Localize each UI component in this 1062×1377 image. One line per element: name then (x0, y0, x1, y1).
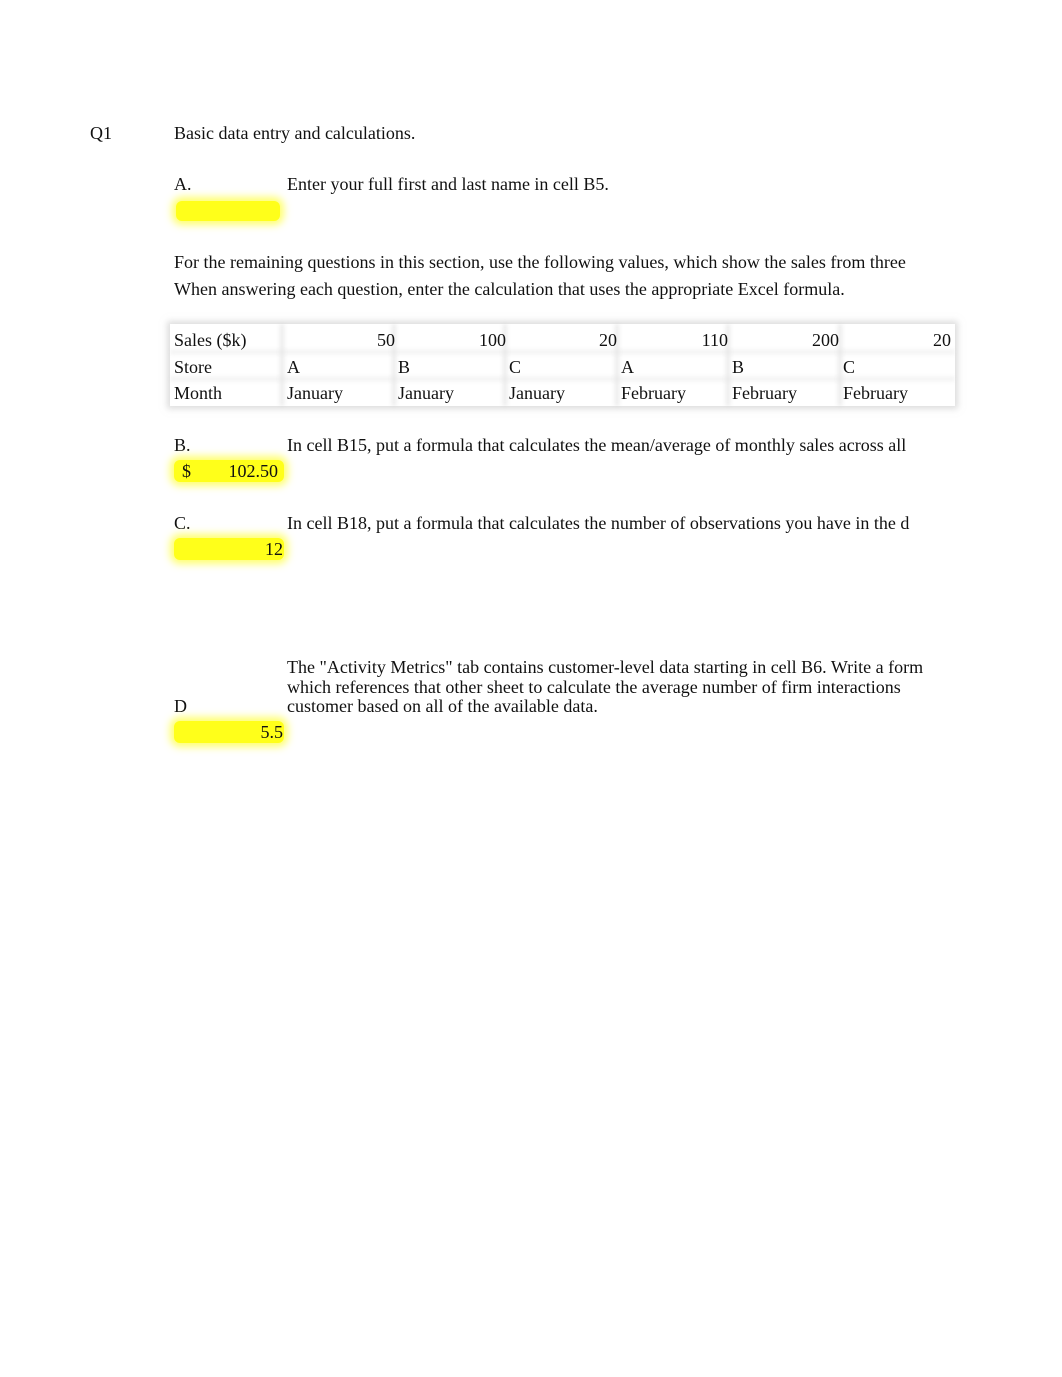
question-c-label: C. (174, 513, 191, 533)
question-a-label: A. (174, 174, 192, 194)
intro-line-1: For the remaining questions in this sect… (174, 252, 906, 272)
section-label: Q1 (90, 123, 112, 143)
question-d-text-line-2: which references that other sheet to cal… (287, 677, 901, 697)
question-d-text-line-1: The "Activity Metrics" tab contains cust… (287, 657, 924, 677)
question-a-text: Enter your full first and last name in c… (287, 174, 609, 194)
row-label-store: Store (174, 357, 212, 377)
store-value[interactable]: A (621, 357, 634, 377)
store-value[interactable]: C (843, 357, 855, 377)
month-value[interactable]: January (287, 383, 343, 403)
row-label-sales: Sales ($k) (174, 330, 247, 350)
answer-cell-c[interactable]: 12 (174, 538, 284, 560)
sales-value[interactable]: 20 (507, 330, 617, 350)
answer-cell-d[interactable]: 5.5 (174, 721, 284, 743)
month-value[interactable]: February (843, 383, 908, 403)
month-value[interactable]: February (621, 383, 686, 403)
question-c-text: In cell B18, put a formula that calculat… (287, 513, 910, 533)
question-d-text-line-3: customer based on all of the available d… (287, 696, 598, 716)
intro-line-2: When answering each question, enter the … (174, 279, 845, 299)
month-value[interactable]: January (398, 383, 454, 403)
month-value[interactable]: January (509, 383, 565, 403)
sales-value[interactable]: 50 (285, 330, 395, 350)
question-b-text: In cell B15, put a formula that calculat… (287, 435, 907, 455)
store-value[interactable]: B (732, 357, 744, 377)
currency-symbol: $ (182, 461, 191, 481)
store-value[interactable]: B (398, 357, 410, 377)
sales-value[interactable]: 110 (618, 330, 728, 350)
answer-c-value: 12 (265, 539, 283, 559)
section-title: Basic data entry and calculations. (174, 123, 416, 143)
store-value[interactable]: C (509, 357, 521, 377)
answer-d-value: 5.5 (260, 722, 284, 742)
sales-value[interactable]: 200 (729, 330, 839, 350)
question-b-label: B. (174, 435, 191, 455)
answer-b-value: 102.50 (228, 461, 279, 481)
answer-cell-a[interactable] (176, 201, 280, 221)
row-label-month: Month (174, 383, 223, 403)
answer-cell-b[interactable]: $ 102.50 (174, 460, 284, 482)
question-d-label: D (174, 696, 187, 716)
store-value[interactable]: A (287, 357, 300, 377)
sales-value[interactable]: 100 (396, 330, 506, 350)
sales-value[interactable]: 20 (841, 330, 951, 350)
month-value[interactable]: February (732, 383, 797, 403)
